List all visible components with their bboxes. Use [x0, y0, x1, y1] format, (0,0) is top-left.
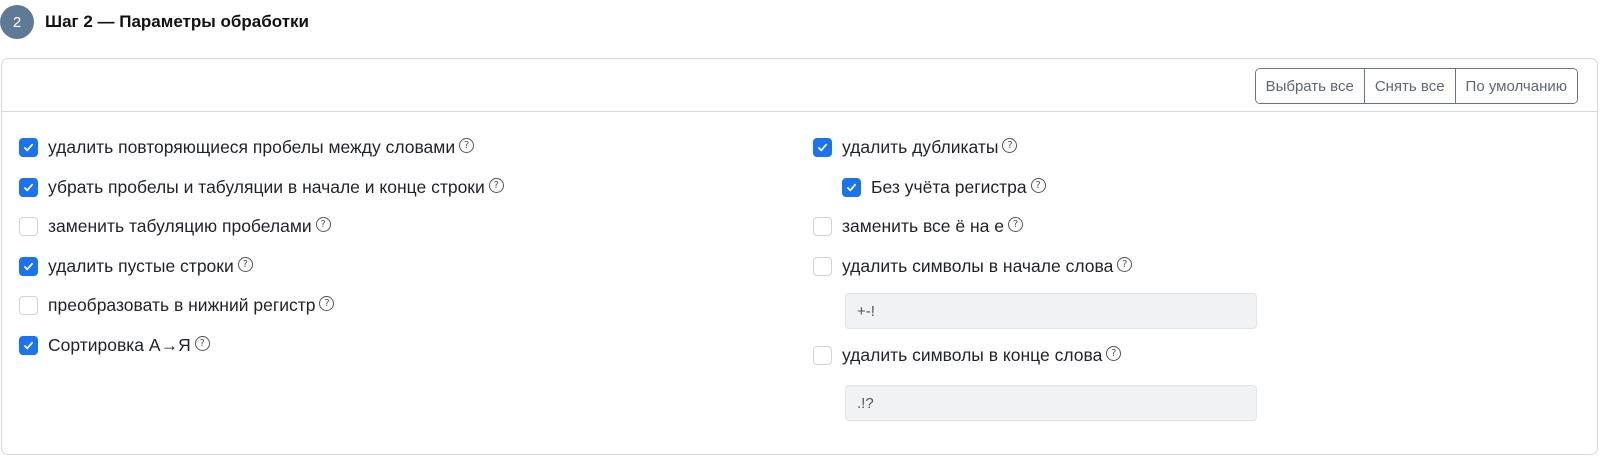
step-header: 2 Шаг 2 — Параметры обработки: [0, 4, 309, 40]
option-lowercase[interactable]: преобразовать в нижний регистр ?: [19, 293, 335, 317]
checkbox[interactable]: [813, 216, 832, 236]
help-icon[interactable]: ?: [315, 216, 331, 232]
option-label: удалить дубликаты: [842, 136, 999, 157]
option-remove-duplicates[interactable]: удалить дубликаты ?: [813, 135, 1018, 159]
option-case-insensitive[interactable]: Без учёта регистра ?: [842, 175, 1046, 199]
checkbox[interactable]: [19, 177, 38, 197]
option-label: заменить табуляцию пробелами: [48, 215, 312, 236]
option-replace-yo[interactable]: заменить все ё на е ?: [813, 214, 1023, 238]
checkbox[interactable]: [19, 137, 38, 157]
check-icon: [23, 262, 34, 270]
word-start-chars-input[interactable]: [845, 293, 1257, 329]
step-number-badge: 2: [0, 5, 34, 39]
help-icon[interactable]: ?: [237, 256, 253, 272]
checkbox[interactable]: [19, 256, 38, 276]
word-end-chars-input[interactable]: [845, 385, 1257, 421]
option-remove-duplicate-spaces[interactable]: удалить повторяющиеся пробелы между слов…: [19, 135, 475, 159]
option-label: Сортировка А→Я: [48, 334, 191, 355]
step-title: Шаг 2 — Параметры обработки: [45, 12, 309, 31]
option-tabs-to-spaces[interactable]: заменить табуляцию пробелами ?: [19, 214, 331, 238]
option-label: удалить символы в конце слова: [842, 344, 1103, 365]
help-icon[interactable]: ?: [194, 335, 210, 351]
check-icon: [846, 183, 857, 191]
help-icon[interactable]: ?: [488, 177, 504, 193]
check-icon: [23, 341, 34, 349]
help-icon[interactable]: ?: [1117, 256, 1133, 272]
checkbox[interactable]: [19, 295, 38, 315]
option-remove-empty-lines[interactable]: удалить пустые строки ?: [19, 254, 253, 278]
clear-all-button[interactable]: Снять все: [1363, 69, 1455, 103]
help-icon[interactable]: ?: [319, 295, 335, 311]
option-label: удалить символы в начале слова: [842, 255, 1114, 276]
help-icon[interactable]: ?: [1106, 345, 1122, 361]
option-label: Без учёта регистра: [871, 176, 1027, 197]
check-icon: [23, 143, 34, 151]
help-icon[interactable]: ?: [1008, 216, 1023, 232]
checkbox[interactable]: [19, 216, 38, 236]
check-icon: [817, 143, 828, 151]
help-icon[interactable]: ?: [459, 137, 475, 153]
check-icon: [23, 183, 34, 191]
checkbox[interactable]: [19, 335, 38, 355]
option-sort-az[interactable]: Сортировка А→Я ?: [19, 333, 210, 357]
checkbox[interactable]: [813, 256, 832, 276]
bulk-actions-group: Выбрать все Снять все По умолчанию: [1254, 68, 1578, 104]
option-label: заменить все ё на е: [842, 215, 1004, 236]
option-label: удалить пустые строки: [48, 255, 234, 276]
select-all-button[interactable]: Выбрать все: [1255, 69, 1364, 103]
option-label: преобразовать в нижний регистр: [48, 294, 316, 315]
option-label: убрать пробелы и табуляции в начале и ко…: [48, 176, 485, 197]
option-label: удалить повторяющиеся пробелы между слов…: [48, 136, 456, 157]
option-strip-word-start[interactable]: удалить символы в начале слова ?: [813, 254, 1133, 278]
reset-defaults-button[interactable]: По умолчанию: [1454, 69, 1577, 103]
options-card-header: Выбрать все Снять все По умолчанию: [2, 59, 1597, 112]
checkbox[interactable]: [813, 137, 832, 157]
help-icon[interactable]: ?: [1002, 137, 1018, 153]
checkbox[interactable]: [813, 345, 832, 365]
help-icon[interactable]: ?: [1030, 177, 1046, 193]
option-trim-lines[interactable]: убрать пробелы и табуляции в начале и ко…: [19, 175, 504, 199]
checkbox[interactable]: [842, 177, 861, 197]
option-strip-word-end[interactable]: удалить символы в конце слова ?: [813, 343, 1122, 367]
